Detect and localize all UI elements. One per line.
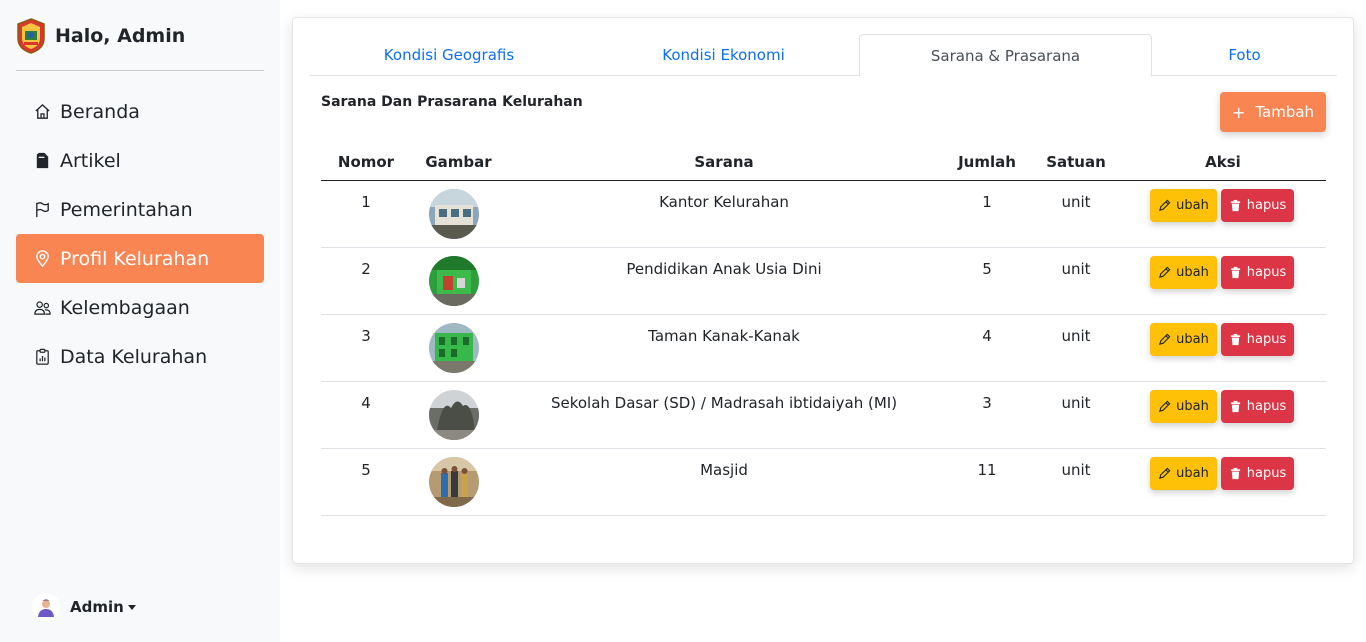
file-icon [32, 151, 52, 171]
delete-button[interactable]: hapus [1221, 256, 1294, 289]
sidebar-item-label: Data Kelurahan [60, 345, 208, 368]
greeting: Halo, Admin [55, 25, 186, 47]
trash-icon [1230, 400, 1240, 413]
pencil-icon [1159, 467, 1171, 479]
table-row: 1 Kantor Kelurahan 1 unit ubah hapus [321, 181, 1326, 248]
edit-button[interactable]: ubah [1150, 390, 1217, 423]
tab-bar: Kondisi Geografis Kondisi Ekonomi Sarana… [310, 34, 1337, 77]
sidebar-item-label: Artikel [60, 149, 121, 172]
row-number: 4 [361, 394, 371, 412]
plus-icon: + [1231, 102, 1246, 122]
facility-image[interactable] [429, 457, 479, 507]
sidebar-divider [16, 70, 264, 71]
facility-unit: unit [1061, 327, 1091, 345]
facility-image[interactable] [429, 390, 479, 440]
trash-icon [1230, 333, 1240, 346]
delete-button[interactable]: hapus [1221, 457, 1294, 490]
trash-icon [1230, 467, 1240, 480]
facility-unit: unit [1061, 461, 1091, 479]
facility-unit: unit [1061, 394, 1091, 412]
header-gambar: Gambar [425, 153, 492, 171]
facility-image[interactable] [429, 189, 479, 239]
sidebar-item-data-kelurahan[interactable]: Data Kelurahan [16, 332, 264, 381]
pencil-icon [1159, 199, 1171, 211]
sidebar-nav: Beranda Artikel Pemerintahan Profil Kelu… [16, 87, 264, 381]
logo-icon [17, 18, 45, 54]
facility-image[interactable] [429, 323, 479, 373]
table-row: 3 Taman Kanak-Kanak 4 unit ubah hapus [321, 315, 1326, 382]
sidebar-item-label: Kelembagaan [60, 296, 190, 319]
people-icon [32, 298, 52, 318]
sidebar-item-label: Pemerintahan [60, 198, 193, 221]
facility-name: Sekolah Dasar (SD) / Madrasah ibtidaiyah… [550, 394, 898, 412]
clipboard-chart-icon [32, 347, 52, 367]
sidebar-item-artikel[interactable]: Artikel [16, 136, 264, 185]
facility-image[interactable] [429, 256, 479, 306]
edit-button[interactable]: ubah [1150, 189, 1217, 222]
flag-icon [32, 200, 52, 220]
pencil-icon [1159, 400, 1171, 412]
edit-button[interactable]: ubah [1150, 256, 1217, 289]
sidebar-item-beranda[interactable]: Beranda [16, 87, 264, 136]
delete-button[interactable]: hapus [1221, 189, 1294, 222]
facility-name: Pendidikan Anak Usia Dini [626, 260, 822, 278]
delete-button[interactable]: hapus [1221, 323, 1294, 356]
trash-icon [1230, 199, 1240, 212]
edit-button[interactable]: ubah [1150, 323, 1217, 356]
row-number: 3 [361, 327, 371, 345]
row-number: 2 [361, 260, 371, 278]
facility-unit: unit [1061, 260, 1091, 278]
sidebar-item-kelembagaan[interactable]: Kelembagaan [16, 283, 264, 332]
facility-name: Taman Kanak-Kanak [648, 327, 800, 345]
sidebar-item-label: Profil Kelurahan [60, 247, 210, 270]
pencil-icon [1159, 266, 1171, 278]
sidebar: Halo, Admin Beranda Artikel Pemerintahan [0, 0, 280, 642]
facility-count: 11 [977, 461, 997, 479]
header-sarana: Sarana [694, 153, 754, 171]
edit-button[interactable]: ubah [1150, 457, 1217, 490]
brand: Halo, Admin [16, 16, 185, 56]
header-aksi: Aksi [1205, 153, 1241, 171]
facility-count: 5 [982, 260, 992, 278]
chevron-down-icon [127, 604, 136, 610]
table-row: 4 Sekolah Dasar (SD) / Madrasah ibtidaiy… [321, 382, 1326, 449]
facility-unit: unit [1061, 193, 1091, 211]
facility-count: 1 [982, 193, 992, 211]
sidebar-item-pemerintahan[interactable]: Pemerintahan [16, 185, 264, 234]
table-row: 2 Pendidikan Anak Usia Dini 5 unit ubah … [321, 248, 1326, 315]
pin-icon [32, 249, 52, 269]
sidebar-item-label: Beranda [60, 100, 140, 123]
facilities-table: Nomor Gambar Sarana Jumlah Satuan Aksi 1… [321, 144, 1326, 516]
facility-count: 3 [982, 394, 992, 412]
section-title: Sarana Dan Prasarana Kelurahan [321, 94, 583, 110]
pencil-icon [1159, 333, 1171, 345]
row-number: 5 [361, 461, 371, 479]
table-header: Nomor Gambar Sarana Jumlah Satuan Aksi [321, 144, 1326, 181]
content-card: Kondisi Geografis Kondisi Ekonomi Sarana… [292, 17, 1354, 564]
tab-kondisi-geografis[interactable]: Kondisi Geografis [310, 34, 588, 76]
row-number: 1 [361, 193, 371, 211]
header-satuan: Satuan [1046, 153, 1106, 171]
tab-sarana-prasarana[interactable]: Sarana & Prasarana [859, 34, 1152, 77]
sidebar-item-profil-kelurahan[interactable]: Profil Kelurahan [16, 234, 264, 283]
add-button[interactable]: + Tambah [1220, 92, 1326, 132]
tab-kondisi-ekonomi[interactable]: Kondisi Ekonomi [588, 34, 859, 76]
header-nomor: Nomor [337, 153, 395, 171]
user-menu[interactable]: Admin [32, 592, 136, 622]
trash-icon [1230, 266, 1240, 279]
facility-count: 4 [982, 327, 992, 345]
avatar [32, 593, 60, 621]
tab-foto[interactable]: Foto [1152, 34, 1337, 76]
facility-name: Kantor Kelurahan [659, 193, 789, 211]
delete-button[interactable]: hapus [1221, 390, 1294, 423]
house-icon [32, 102, 52, 122]
table-row: 5 Masjid 11 unit ubah hapus [321, 449, 1326, 516]
facility-name: Masjid [700, 461, 748, 479]
header-jumlah: Jumlah [958, 153, 1016, 171]
add-button-label: Tambah [1255, 103, 1315, 121]
user-name: Admin [70, 598, 124, 616]
